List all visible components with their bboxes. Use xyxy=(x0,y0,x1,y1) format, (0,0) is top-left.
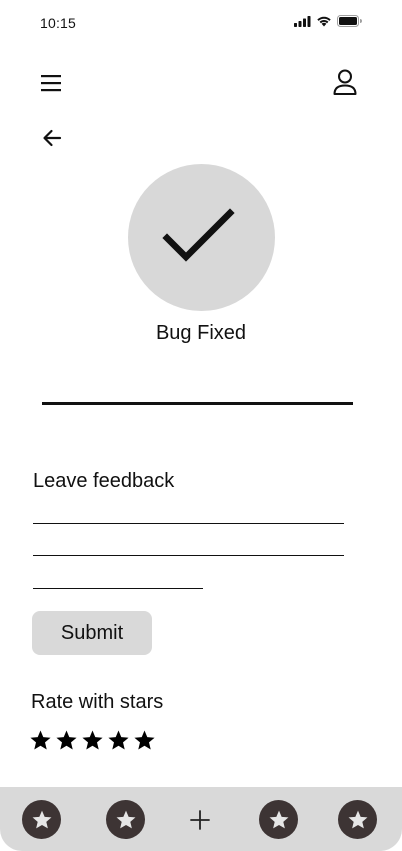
checkmark-icon xyxy=(161,207,235,262)
bottom-tab-5[interactable] xyxy=(338,800,377,839)
star-icon[interactable] xyxy=(55,729,78,752)
status-bar: 10:15 xyxy=(0,0,402,46)
rating-label: Rate with stars xyxy=(31,691,164,713)
profile-button[interactable] xyxy=(332,68,358,96)
signal-icon xyxy=(294,15,311,27)
success-check-badge xyxy=(128,164,275,311)
status-title: Bug Fixed xyxy=(155,322,247,344)
star-icon xyxy=(32,810,51,828)
top-nav xyxy=(0,64,402,104)
star-icon xyxy=(348,810,367,828)
submit-button[interactable]: Submit xyxy=(32,611,152,655)
battery-icon xyxy=(337,15,362,27)
wifi-icon xyxy=(317,16,331,27)
feedback-input-line-3[interactable] xyxy=(33,588,203,589)
add-button[interactable] xyxy=(185,805,215,835)
bottom-tab-2[interactable] xyxy=(106,800,145,839)
feedback-label: Leave feedback xyxy=(33,470,175,492)
star-icon[interactable] xyxy=(29,729,52,752)
status-icons xyxy=(294,15,362,27)
back-button[interactable] xyxy=(40,125,66,151)
user-icon xyxy=(333,69,357,95)
star-icon xyxy=(269,810,288,828)
star-rating xyxy=(29,729,156,752)
feedback-input-line-1[interactable] xyxy=(33,523,344,524)
bottom-nav-bar xyxy=(0,787,402,851)
star-icon[interactable] xyxy=(81,729,104,752)
status-time: 10:15 xyxy=(40,15,77,31)
bottom-tab-1[interactable] xyxy=(22,800,61,839)
bottom-tab-4[interactable] xyxy=(259,800,298,839)
menu-button[interactable] xyxy=(39,72,65,94)
plus-icon xyxy=(190,810,210,830)
star-icon[interactable] xyxy=(133,729,156,752)
star-icon[interactable] xyxy=(107,729,130,752)
hamburger-menu-icon xyxy=(41,75,61,92)
star-icon xyxy=(116,810,135,828)
arrow-left-icon xyxy=(43,129,62,147)
section-divider xyxy=(42,402,353,405)
feedback-input-line-2[interactable] xyxy=(33,555,344,556)
